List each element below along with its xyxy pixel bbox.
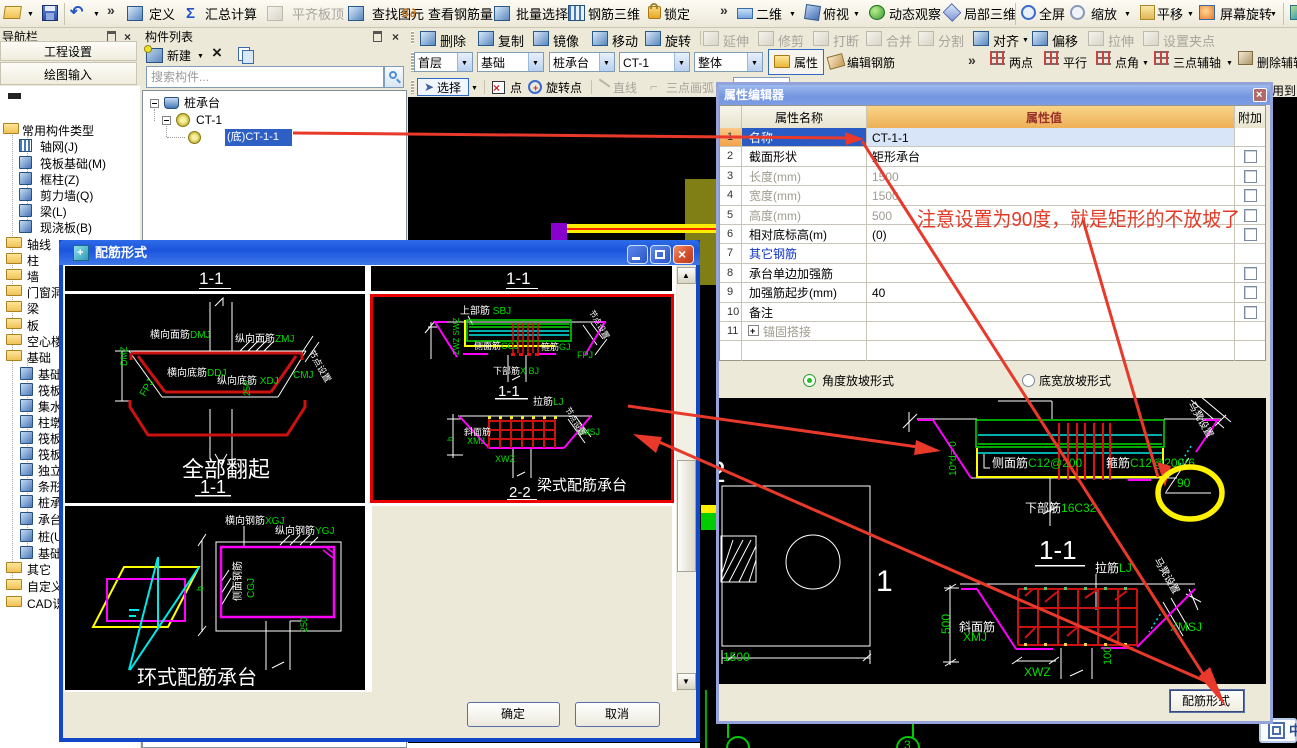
- svg-text:横向面筋DMJ: 横向面筋DMJ: [150, 328, 211, 341]
- svg-text:下部筋X BJ: 下部筋X BJ: [493, 365, 539, 376]
- svg-text:CMJ: CMJ: [293, 370, 314, 381]
- svg-text:2-2: 2-2: [509, 484, 531, 500]
- svg-text:箍筋GJ: 箍筋GJ: [541, 341, 571, 352]
- svg-text:1: 1: [876, 565, 893, 598]
- svg-text:纵向钢筋YGJ: 纵向钢筋YGJ: [275, 524, 334, 537]
- svg-text:拉筋LJ: 拉筋LJ: [533, 395, 564, 408]
- svg-text:下部筋16C32: 下部筋16C32: [1025, 500, 1097, 515]
- svg-text:DMZ: DMZ: [119, 346, 129, 366]
- svg-text:h: h: [446, 437, 455, 441]
- svg-text:1500: 1500: [723, 650, 750, 664]
- svg-text:环式配筋承台: 环式配筋承台: [137, 666, 257, 689]
- svg-text:90: 90: [1177, 476, 1191, 490]
- svg-text:侧面筋CCJ: 侧面筋CCJ: [474, 340, 519, 351]
- svg-text:250: 250: [242, 381, 252, 396]
- svg-text:梁式配筋承台: 梁式配筋承台: [537, 477, 627, 494]
- svg-text:FPJ: FPJ: [577, 350, 593, 360]
- svg-text:1-1: 1-1: [1039, 535, 1077, 565]
- svg-text:ZWZ SWZ: ZWZ SWZ: [452, 318, 461, 355]
- svg-text:1-1: 1-1: [498, 383, 520, 400]
- svg-text:XWZ: XWZ: [495, 454, 515, 464]
- svg-text:纵向面筋ZMJ: 纵向面筋ZMJ: [235, 332, 294, 345]
- svg-text:XMJ: XMJ: [467, 436, 485, 446]
- svg-text:CGJ: CGJ: [246, 578, 257, 598]
- svg-text:侧面筋C12@200: 侧面筋C12@200: [992, 455, 1083, 470]
- svg-text:拉筋LJ: 拉筋LJ: [1095, 560, 1132, 575]
- svg-text:500: 500: [939, 614, 953, 634]
- svg-text:1-1: 1-1: [200, 477, 226, 497]
- svg-text:上部筋 SBJ: 上部筋 SBJ: [460, 304, 511, 317]
- svg-text:箍筋C12@200(6: 箍筋C12@200(6: [1106, 455, 1195, 470]
- svg-text:XMJ: XMJ: [963, 630, 987, 644]
- svg-text:XMSJ: XMSJ: [1170, 620, 1202, 634]
- svg-text:250: 250: [299, 617, 309, 632]
- svg-text:10*d= 0: 10*d= 0: [948, 441, 959, 476]
- svg-text:侧面钢筋: 侧面钢筋: [231, 561, 244, 601]
- svg-text:XWZ: XWZ: [1024, 665, 1051, 679]
- svg-text:2: 2: [719, 456, 726, 489]
- svg-text:b: b: [195, 586, 205, 591]
- svg-text:100: 100: [1102, 647, 1114, 665]
